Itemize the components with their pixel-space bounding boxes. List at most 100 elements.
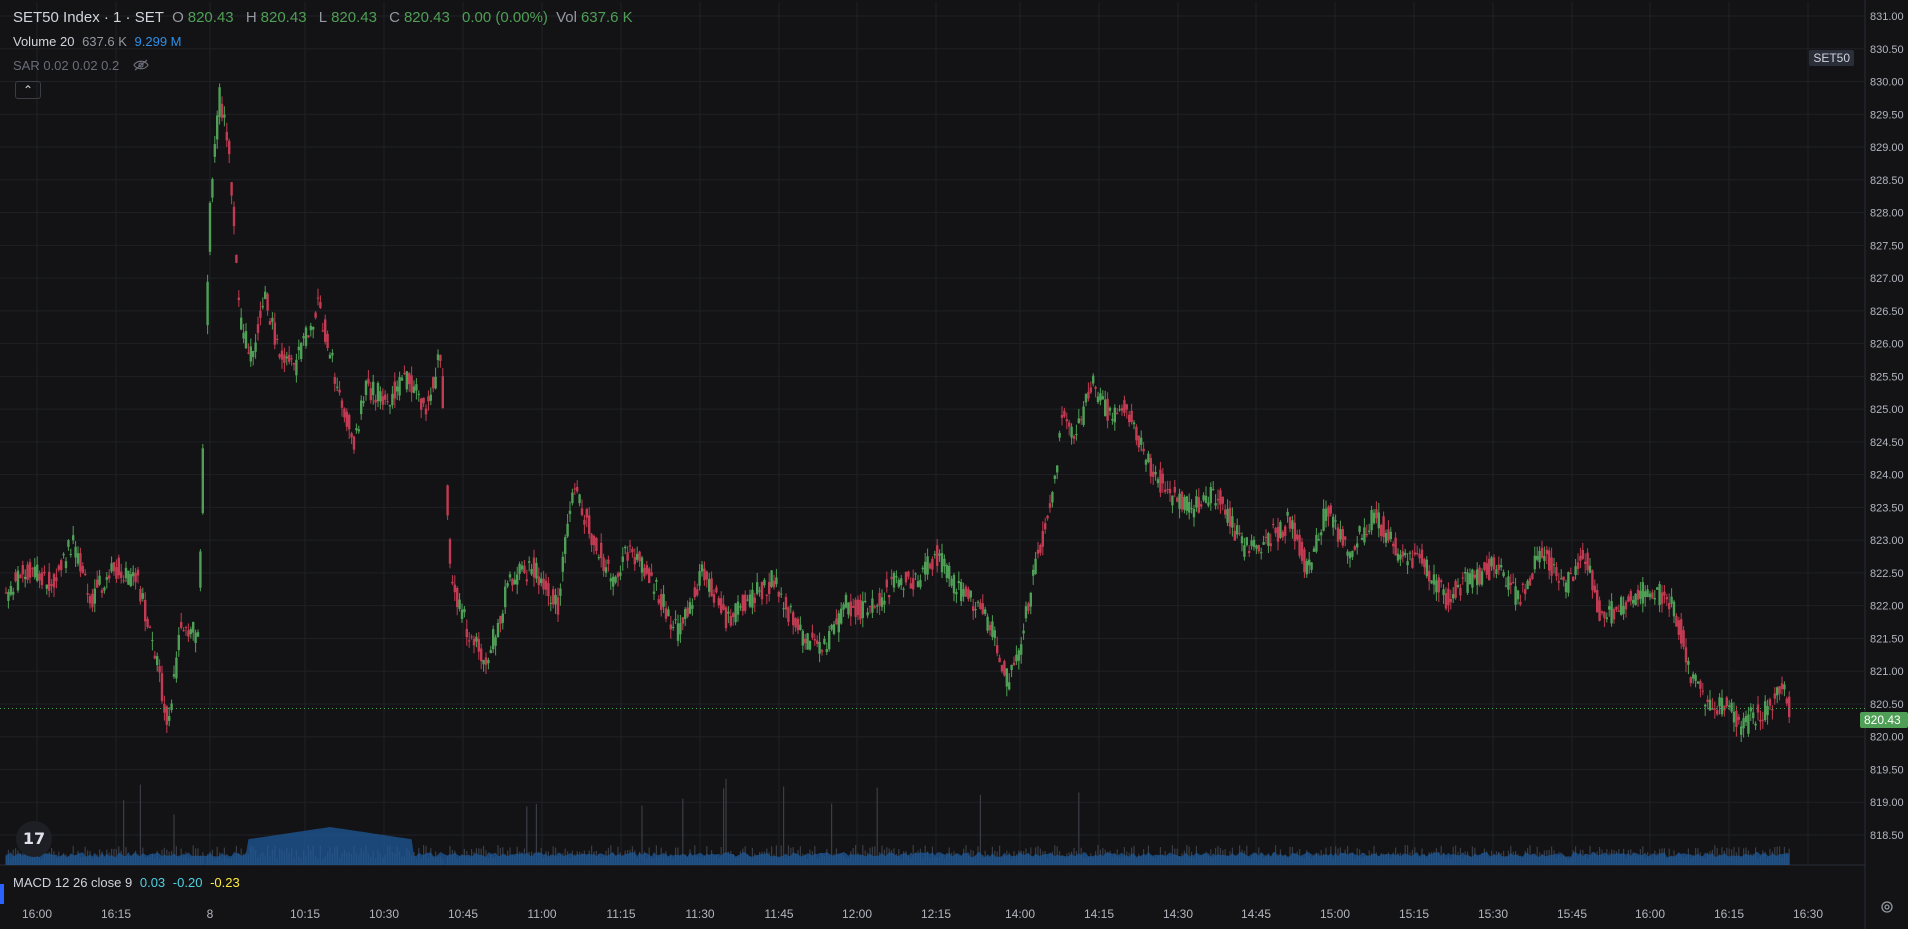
candle-body xyxy=(868,606,872,608)
candle-body xyxy=(338,389,341,393)
candle-body xyxy=(1502,572,1505,577)
symbol-legend: SET50 Index · 1 · SET O 820.43 H 820.43 L8… xyxy=(13,9,641,26)
candle-body xyxy=(1420,549,1424,564)
collapse-legend-button[interactable]: ⌃ xyxy=(15,81,41,99)
candle-body xyxy=(1509,582,1512,585)
eye-hidden-icon[interactable] xyxy=(133,59,149,74)
candle-body xyxy=(1264,536,1268,539)
symbol-name[interactable]: SET50 Index · 1 · SET xyxy=(13,9,164,26)
candle-body xyxy=(1197,497,1200,513)
candle-body xyxy=(189,629,192,635)
candle-body xyxy=(1034,558,1037,574)
candle-body xyxy=(1677,620,1680,635)
macd-legend[interactable]: MACD 12 26 close 9 0.03 -0.20 -0.23 xyxy=(13,875,244,890)
candle-body xyxy=(1771,709,1774,711)
candle-body xyxy=(1749,707,1752,712)
candle-body xyxy=(832,624,836,634)
candle-body xyxy=(1783,684,1786,690)
candle-body xyxy=(1308,559,1311,566)
candle-body xyxy=(1670,596,1673,604)
candle-body xyxy=(792,612,795,626)
candle-body xyxy=(861,601,864,619)
candle-body xyxy=(285,356,288,359)
candle-body xyxy=(542,578,545,590)
settings-icon[interactable] xyxy=(1880,900,1894,919)
tradingview-logo-icon[interactable]: 17 xyxy=(16,821,52,857)
candle-body xyxy=(628,545,632,547)
candle-body xyxy=(643,567,646,577)
candle-body xyxy=(518,563,521,574)
y-tick-label: 830.50 xyxy=(1870,44,1904,56)
candle-body xyxy=(1281,531,1284,538)
candle-body xyxy=(1236,525,1239,535)
candle-body xyxy=(1008,682,1011,690)
candle-body xyxy=(991,621,994,637)
candle-body xyxy=(950,578,953,586)
candle-body xyxy=(1272,524,1275,526)
candle-body xyxy=(360,400,363,415)
candle-body xyxy=(1689,677,1692,684)
candle-body xyxy=(1128,414,1131,423)
candle-body xyxy=(1358,526,1361,532)
candle-body xyxy=(422,397,425,404)
candle-body xyxy=(1387,529,1390,541)
candle-body xyxy=(1401,551,1404,557)
candle-body xyxy=(943,558,946,567)
candle-body xyxy=(969,590,972,598)
candle-body xyxy=(105,577,108,580)
candle-body xyxy=(1152,471,1155,477)
candle-body xyxy=(1080,419,1083,421)
y-tick-label: 818.50 xyxy=(1870,830,1904,842)
candle-body xyxy=(487,660,490,664)
candle-body xyxy=(151,640,154,642)
candle-body xyxy=(1394,537,1397,556)
candle-body xyxy=(756,582,759,594)
candle-body xyxy=(230,182,233,196)
candle-body xyxy=(1317,539,1320,541)
candle-body xyxy=(223,114,226,118)
candle-body xyxy=(571,492,574,504)
candle-body xyxy=(403,373,406,375)
candle-body xyxy=(1010,664,1013,671)
candle-body xyxy=(57,565,60,570)
candle-body xyxy=(1036,549,1040,554)
candle-body xyxy=(1452,594,1455,599)
candle-body xyxy=(808,640,812,650)
candle-body xyxy=(396,386,399,392)
candle-body xyxy=(321,330,324,332)
candle-body xyxy=(1627,596,1630,602)
candle-body xyxy=(160,673,164,701)
candle-body xyxy=(158,666,161,673)
candle-body xyxy=(669,624,672,630)
candle-body xyxy=(1060,414,1064,418)
candle-body xyxy=(715,587,718,593)
sar-legend[interactable]: SAR 0.02 0.02 0.2 xyxy=(13,58,153,74)
candle-body xyxy=(600,542,603,559)
candle-body xyxy=(388,405,392,407)
candle-body xyxy=(962,589,965,597)
candle-body xyxy=(679,623,682,635)
candle-body xyxy=(1680,619,1683,644)
candle-body xyxy=(1296,534,1299,540)
price-chart[interactable]: 831.00 830.50 830.00 829.50 829.00 828.50 828.… xyxy=(0,0,1908,929)
candle-body xyxy=(1454,580,1457,598)
candle-body xyxy=(60,560,63,571)
candle-body xyxy=(717,598,720,606)
candle-body xyxy=(14,572,17,582)
candle-body xyxy=(1687,660,1690,665)
candle-body xyxy=(924,561,927,575)
candle-body xyxy=(1603,611,1606,618)
macd-label: MACD 12 26 close 9 xyxy=(13,875,133,890)
candle-body xyxy=(441,376,444,408)
candle-body xyxy=(108,575,111,579)
candle-body xyxy=(316,297,320,299)
candle-body xyxy=(1070,426,1073,438)
volume-legend[interactable]: Volume 20 637.6 K 9.299 M xyxy=(13,34,186,49)
candle-body xyxy=(904,571,908,583)
x-tick-label: 14:15 xyxy=(1084,907,1114,921)
candle-body xyxy=(1521,583,1524,585)
candle-body xyxy=(1315,534,1318,552)
y-tick-label: 826.00 xyxy=(1870,339,1904,351)
candle-body xyxy=(964,586,968,597)
candle-body xyxy=(1384,532,1388,543)
